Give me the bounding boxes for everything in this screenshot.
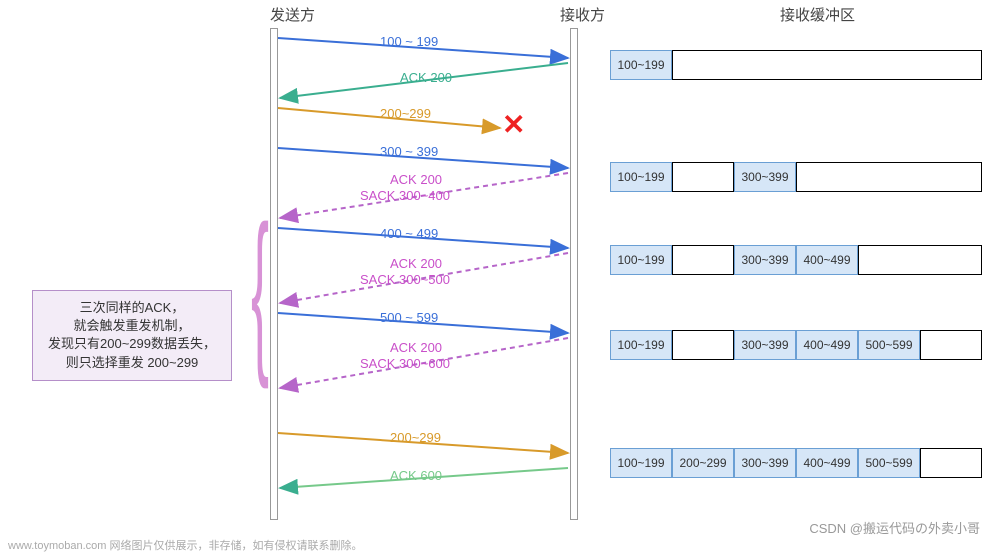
buffer-cell — [858, 245, 982, 275]
buffer-row-2: 100~199 300~399 — [610, 162, 982, 192]
buffer-cell: 400~499 — [796, 330, 858, 360]
buffer-cell: 100~199 — [610, 162, 672, 192]
msg-500-599: 500 ~ 599 — [380, 310, 438, 325]
msg-400-499: 400 ~ 499 — [380, 226, 438, 241]
buffer-row-5: 100~199 200~299 300~399 400~499 500~599 — [610, 448, 982, 478]
buffer-cell: 500~599 — [858, 448, 920, 478]
sack-300-500: SACK 300~500 — [360, 272, 450, 287]
buffer-cell — [920, 448, 982, 478]
note-box: 三次同样的ACK， 就会触发重发机制， 发现只有200~299数据丢失， 则只选… — [32, 290, 232, 381]
buffer-cell — [920, 330, 982, 360]
buffer-cell: 100~199 — [610, 330, 672, 360]
buffer-cell: 300~399 — [734, 330, 796, 360]
brace-icon: { — [251, 200, 269, 380]
sequence-diagram: 100 ~ 199 ACK 200 200~299 ✕ 300 ~ 399 AC… — [270, 28, 590, 518]
note-line-4: 则只选择重发 200~299 — [37, 354, 227, 372]
buffer-cell: 100~199 — [610, 448, 672, 478]
buffer-cell: 300~399 — [734, 245, 796, 275]
sack-300-600: SACK 300~600 — [360, 356, 450, 371]
buffer-cell — [672, 330, 734, 360]
buffer-cell — [672, 245, 734, 275]
msg-100-199: 100 ~ 199 — [380, 34, 438, 49]
ack-200-3: ACK 200 — [390, 256, 442, 271]
sack-300-400: SACK 300~400 — [360, 188, 450, 203]
buffer-row-1: 100~199 — [610, 50, 982, 80]
buffer-cell: 300~399 — [734, 162, 796, 192]
footer-text: www.toymoban.com 网络图片仅供展示，非存储，如有侵权请联系删除。 — [8, 537, 362, 553]
buffer-cell: 300~399 — [734, 448, 796, 478]
lost-x-icon: ✕ — [502, 108, 525, 141]
ack-200-2: ACK 200 — [390, 172, 442, 187]
buffer-cell: 400~499 — [796, 448, 858, 478]
note-line-3: 发现只有200~299数据丢失， — [37, 335, 227, 353]
buffer-cell: 100~199 — [610, 50, 672, 80]
note-line-1: 三次同样的ACK， — [37, 299, 227, 317]
ack-200-1: ACK 200 — [400, 70, 452, 85]
ack-200-4: ACK 200 — [390, 340, 442, 355]
msg-200-299-lost: 200~299 — [380, 106, 431, 121]
header-sender: 发送方 — [270, 4, 315, 25]
note-line-2: 就会触发重发机制， — [37, 317, 227, 335]
buffer-cell: 500~599 — [858, 330, 920, 360]
header-buffer: 接收缓冲区 — [780, 4, 855, 25]
buffer-cell — [796, 162, 982, 192]
buffer-cell — [672, 162, 734, 192]
ack-600: ACK 600 — [390, 468, 442, 483]
buffer-row-3: 100~199 300~399 400~499 — [610, 245, 982, 275]
credit-text: CSDN @搬运代码の外卖小哥 — [809, 518, 980, 537]
msg-300-399: 300 ~ 399 — [380, 144, 438, 159]
buffer-cell — [672, 50, 982, 80]
buffer-cell: 400~499 — [796, 245, 858, 275]
buffer-cell: 200~299 — [672, 448, 734, 478]
buffer-row-4: 100~199 300~399 400~499 500~599 — [610, 330, 982, 360]
header-receiver: 接收方 — [560, 4, 605, 25]
buffer-cell: 100~199 — [610, 245, 672, 275]
msg-200-299-resend: 200~299 — [390, 430, 441, 445]
